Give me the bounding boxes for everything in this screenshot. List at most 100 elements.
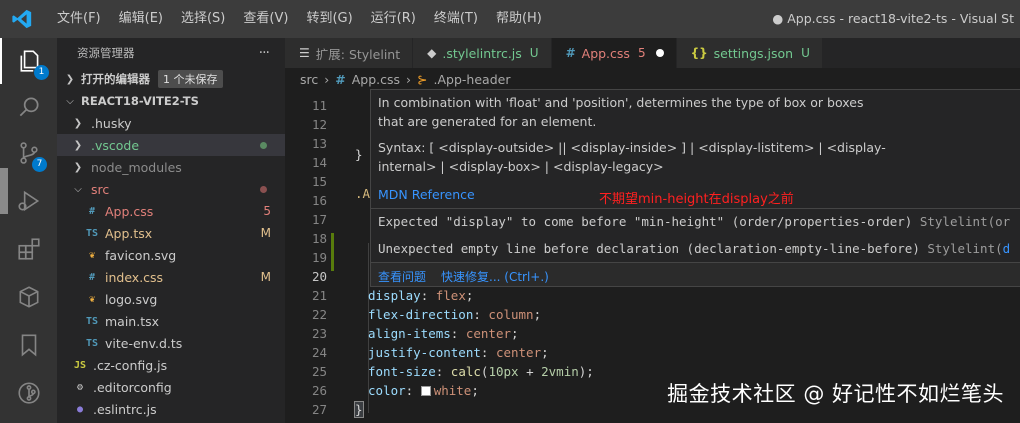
source-control-icon[interactable]: 7 <box>0 130 57 176</box>
symbol-icon: ⊱ <box>417 71 428 87</box>
open-editors-section[interactable]: ❯ 打开的编辑器 1 个未保存 <box>57 68 285 90</box>
tree-item[interactable]: TS vite-env.d.ts <box>57 332 285 354</box>
file-icon: ❦ <box>88 249 96 261</box>
tree-item[interactable]: TS App.tsx M <box>57 222 285 244</box>
file-status: M <box>260 270 271 284</box>
css-value: white <box>433 383 472 398</box>
file-icon: # <box>88 271 96 283</box>
chevron-right-icon: ❯ <box>73 117 83 129</box>
breadcrumb-symbol[interactable]: .App-header <box>434 72 511 87</box>
line-number: 15 <box>311 174 327 189</box>
hover-description-line1: In combination with 'float' and 'positio… <box>378 95 864 110</box>
problem-order: Expected "display" to come before "min-h… <box>378 214 1010 229</box>
tree-item[interactable]: ❦ favicon.svg <box>57 244 285 266</box>
activity-bar: 1 7 <box>0 38 57 423</box>
tree-item[interactable]: ❯ node_modules <box>57 156 285 178</box>
css-number: 10px <box>488 364 519 379</box>
problem-rule-link[interactable]: d <box>1003 241 1011 256</box>
line-number: 23 <box>311 326 327 341</box>
tree-item-label: .cz-config.js <box>93 357 168 373</box>
menu-item[interactable]: 编辑(E) <box>110 0 172 38</box>
title-bar: 文件(F) 编辑(E) 选择(S) 查看(V) 转到(G) 运行(R) 终端(T) 帮助(H)… <box>0 0 1020 38</box>
tree-item[interactable]: # App.css 5 <box>57 200 285 222</box>
code-closing-brace[interactable]: } <box>354 401 364 418</box>
breadcrumb-folder[interactable]: src <box>300 72 318 87</box>
breadcrumb-file[interactable]: App.css <box>352 72 400 87</box>
tab[interactable]: # App.css 5 <box>551 38 677 68</box>
problem-order-message: Expected "display" to come before "min-h… <box>378 214 920 229</box>
css-value: center <box>495 345 542 360</box>
more-actions-button[interactable]: ··· <box>259 45 270 61</box>
menu-item[interactable]: 转到(G) <box>297 0 361 38</box>
tree-item[interactable]: JS .cz-config.js <box>57 354 285 376</box>
scm-badge: 7 <box>32 157 47 172</box>
chevron-right-icon: ❯ <box>65 73 75 85</box>
tree-item-label: vite-env.d.ts <box>105 335 183 351</box>
code-line[interactable]: align-items: center; <box>368 326 519 341</box>
tree-item[interactable]: ⚙ .editorconfig <box>57 376 285 398</box>
menu-item[interactable]: 帮助(H) <box>487 0 551 38</box>
tree-item[interactable]: ⌵ src <box>57 178 285 200</box>
problem-order-source: Stylelint(or <box>919 214 1011 229</box>
line-number: 13 <box>311 136 327 151</box>
tree-item[interactable]: ❯ .husky <box>57 112 285 134</box>
tree-item[interactable]: TS main.tsx <box>57 310 285 332</box>
package-icon[interactable] <box>0 274 57 320</box>
line-number: 20 <box>311 269 327 284</box>
tab[interactable]: ◆ .stylelintrc.js U <box>413 38 552 68</box>
code-line[interactable]: display: flex; <box>368 288 473 303</box>
menu-item[interactable]: 运行(R) <box>362 0 425 38</box>
color-swatch[interactable] <box>420 386 431 396</box>
tab[interactable]: {} settings.json U <box>676 38 823 68</box>
tree-item[interactable]: ❦ logo.svg <box>57 288 285 310</box>
quick-fix-link[interactable]: 快速修复... (Ctrl+.) <box>441 268 549 285</box>
breadcrumb-separator: › <box>406 71 412 87</box>
css-value: center <box>465 326 512 341</box>
modified-line-indicator <box>331 233 334 271</box>
search-icon[interactable] <box>0 84 57 130</box>
file-icon: JS <box>73 359 87 371</box>
file-icon: TS <box>85 315 99 327</box>
tree-item[interactable]: # index.css M <box>57 266 285 288</box>
menu-item[interactable]: 选择(S) <box>172 0 234 38</box>
view-problem-link[interactable]: 查看问题 <box>378 268 426 285</box>
tab-label: App.css <box>581 45 630 61</box>
hover-syntax-line2: internal> | <display-box> | <display-leg… <box>378 159 664 174</box>
mdn-reference-link[interactable]: MDN Reference <box>378 187 475 202</box>
line-number: 14 <box>311 155 327 170</box>
menu-item[interactable]: 文件(F) <box>48 0 110 38</box>
code-line[interactable]: justify-content: center; <box>368 345 549 360</box>
code-line[interactable]: color: white; <box>368 383 479 398</box>
git-graph-icon[interactable] <box>0 370 57 416</box>
menu-item[interactable]: 查看(V) <box>234 0 297 38</box>
unsaved-dot-icon[interactable] <box>655 49 664 57</box>
line-number: 21 <box>311 288 327 303</box>
code-selector-partial[interactable]: .A <box>355 186 370 201</box>
tab-label: 扩展: Stylelint <box>315 46 401 62</box>
explorer-badge: 1 <box>34 65 49 80</box>
unsaved-badge: 1 个未保存 <box>158 70 223 88</box>
run-debug-icon[interactable] <box>0 178 57 224</box>
menu-item[interactable]: 终端(T) <box>425 0 487 38</box>
breadcrumb: src › # App.css › ⊱ .App-header <box>285 68 1020 90</box>
extensions-icon[interactable] <box>0 226 57 272</box>
tab[interactable]: ☰ 扩展: Stylelint <box>285 38 414 68</box>
tree-item-label: index.css <box>105 269 164 285</box>
code-line[interactable]: font-size: calc(10px + 2vmin); <box>368 364 594 379</box>
code-brace[interactable]: } <box>355 147 363 162</box>
line-number: 11 <box>311 98 327 113</box>
file-icon: # <box>88 205 96 217</box>
tree-item-label: App.tsx <box>105 225 153 241</box>
project-section[interactable]: ⌵ REACT18-VITE2-TS <box>57 90 285 112</box>
file-icon: ❦ <box>88 293 96 305</box>
tab-file-icon: {} <box>690 46 708 60</box>
tree-item-label: .husky <box>91 115 132 131</box>
tree-item-label: favicon.svg <box>105 247 177 263</box>
bookmark-icon[interactable] <box>0 322 57 368</box>
line-number: 24 <box>311 345 327 360</box>
tree-item[interactable]: ● .eslintrc.js <box>57 398 285 420</box>
explorer-icon[interactable]: 1 <box>0 38 57 84</box>
code-line[interactable]: flex-direction: column; <box>368 307 541 322</box>
tree-item[interactable]: ❯ .vscode <box>57 134 285 156</box>
css-property: align-items <box>368 326 451 341</box>
